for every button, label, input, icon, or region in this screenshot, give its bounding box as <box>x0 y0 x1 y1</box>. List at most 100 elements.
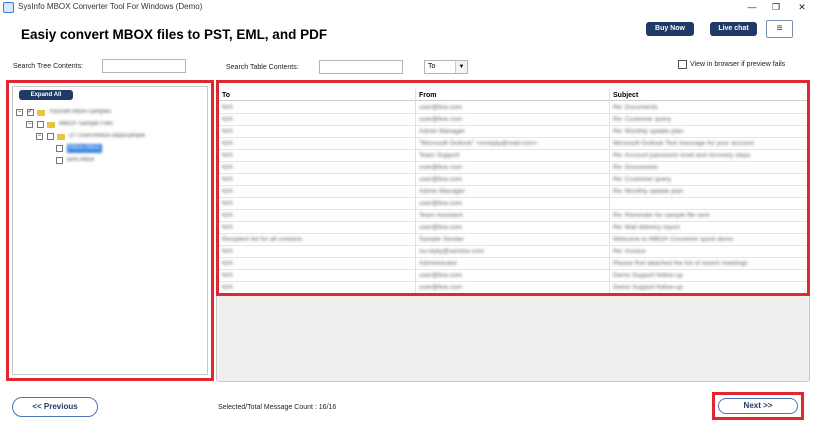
tree-checkbox[interactable] <box>46 133 54 140</box>
cell-subject: Microsoft Outlook Test message for your … <box>613 140 754 147</box>
message-count-status: Selected/Total Message Count : 16/16 <box>218 404 337 411</box>
cell-from: user@live.com <box>419 164 463 171</box>
live-chat-button[interactable]: Live chat <box>710 22 757 36</box>
cell-to: N/A <box>222 212 233 219</box>
expand-all-button[interactable]: Expand All <box>19 90 73 100</box>
tree-node-label: sent.mbox <box>66 157 95 163</box>
table-row[interactable]: N/A no-reply@service.com Re: Invoice <box>219 246 807 258</box>
cell-to: N/A <box>222 140 233 147</box>
search-tree-input[interactable] <box>102 59 186 73</box>
folder-tree-panel: Expand All − ✓ Yourself.mbox-samples − M… <box>6 80 214 381</box>
cell-to: Recipient list for all contacts <box>222 236 303 243</box>
tree-checkbox[interactable] <box>36 121 44 128</box>
tree-checkbox[interactable] <box>56 157 63 164</box>
tree-node[interactable]: sent.mbox <box>56 156 94 165</box>
maximize-button[interactable]: ❐ <box>764 0 788 15</box>
hamburger-menu-icon[interactable]: ≡ <box>766 20 793 38</box>
table-row[interactable]: N/A Team Assistant Re: Reminder for sample… <box>219 210 807 222</box>
tree-node-label: D:\ Users\mbox-data\sample <box>69 133 146 139</box>
table-row[interactable]: N/A user@live.com <box>219 198 807 210</box>
table-row[interactable]: N/A user@live.com Re: Customer query <box>219 114 807 126</box>
cell-subject: Re: Monthly update plan <box>613 128 684 135</box>
cell-from: Sample Sender <box>419 236 464 243</box>
tree-node[interactable]: − MBOX Sample Files <box>26 120 113 129</box>
cell-subject: Re: Customer query <box>613 116 672 123</box>
title-bar: SysInfo MBOX Converter Tool For Windows … <box>0 0 820 15</box>
table-row[interactable]: N/A Administrator Please find attached the… <box>219 258 807 270</box>
cell-to: N/A <box>222 116 233 123</box>
cell-subject: Demo Support follow-up <box>613 272 683 279</box>
cell-from: user@live.com <box>419 176 463 183</box>
tree-node-label: Inbox.mbox <box>66 144 102 153</box>
cell-to: N/A <box>222 272 233 279</box>
cell-to: N/A <box>222 260 233 267</box>
close-button[interactable]: ✕ <box>790 0 814 15</box>
cell-from: user@live.com <box>419 272 463 279</box>
table-row[interactable]: N/A user@live.com Re: Documents <box>219 162 807 174</box>
cell-to: N/A <box>222 200 233 207</box>
cell-from: Admin Manager <box>419 128 465 135</box>
cell-to: N/A <box>222 248 233 255</box>
table-row[interactable]: N/A "Microsoft Outlook" <noreply@mail.com… <box>219 138 807 150</box>
collapse-icon[interactable]: − <box>26 121 33 128</box>
tree-node[interactable]: − D:\ Users\mbox-data\sample <box>36 132 145 141</box>
cell-from: user@live.com <box>419 224 463 231</box>
search-field-select[interactable]: To ▼ <box>424 60 468 74</box>
previous-button[interactable]: << Previous <box>12 397 98 417</box>
minimize-button[interactable]: — <box>740 0 764 15</box>
cell-to: N/A <box>222 128 233 135</box>
tree-checkbox[interactable] <box>56 145 63 152</box>
column-header-from[interactable]: From <box>416 90 609 101</box>
cell-from: user@live.com <box>419 284 463 291</box>
cell-from: user@live.com <box>419 116 463 123</box>
cell-from: user@live.com <box>419 104 463 111</box>
next-button-highlight: Next >> <box>712 392 804 420</box>
table-row[interactable]: N/A user@live.com Re: Customer query <box>219 174 807 186</box>
table-row[interactable]: N/A user@live.com Re: Mail delivery report <box>219 222 807 234</box>
cell-subject: Re: Documents <box>613 104 658 111</box>
search-table-label: Search Table Contents: <box>226 64 299 71</box>
tree-checkbox[interactable]: ✓ <box>26 109 34 116</box>
view-in-browser-label: View in browser if preview fails <box>690 61 786 68</box>
cell-subject: Re: Reminder for sample file sent <box>613 212 710 219</box>
next-button[interactable]: Next >> <box>718 398 798 414</box>
cell-from: Administrator <box>419 260 458 267</box>
table-row[interactable]: N/A Admin Manager Re: Monthly update plan <box>219 126 807 138</box>
column-header-to[interactable]: To <box>219 90 415 101</box>
table-row[interactable]: N/A user@live.com Re: Documents <box>219 102 807 114</box>
tree-node-label: Yourself.mbox-samples <box>49 109 112 115</box>
view-in-browser-checkbox[interactable] <box>678 60 687 69</box>
cell-subject: Re: Mail delivery report <box>613 224 680 231</box>
search-tree-label: Search Tree Contents: <box>13 63 84 70</box>
table-row[interactable]: N/A Admin Manager Re: Monthly update plan <box>219 186 807 198</box>
cell-subject: Re: Invoice <box>613 248 646 255</box>
table-row[interactable]: N/A user@live.com Demo Support follow-up <box>219 270 807 282</box>
window-title: SysInfo MBOX Converter Tool For Windows … <box>18 2 203 11</box>
folder-icon <box>57 133 66 140</box>
table-header: To From Subject <box>219 89 807 101</box>
collapse-icon[interactable]: − <box>36 133 43 140</box>
folder-icon <box>47 121 56 128</box>
cell-from: user@live.com <box>419 200 463 207</box>
chevron-down-icon: ▼ <box>455 61 467 73</box>
buy-now-button[interactable]: Buy Now <box>646 22 694 36</box>
cell-subject: Demo Support follow-up <box>613 284 683 291</box>
cell-from: Team Assistant <box>419 212 463 219</box>
search-table-input[interactable] <box>319 60 403 74</box>
tree-node-selected[interactable]: Inbox.mbox <box>56 144 102 153</box>
tree-node[interactable]: − ✓ Yourself.mbox-samples <box>16 108 111 117</box>
search-field-value: To <box>428 63 436 70</box>
message-table: To From Subject N/A user@live.com Re: Docu… <box>216 80 810 296</box>
table-row[interactable]: N/A user@live.com Demo Support follow-up <box>219 282 807 293</box>
cell-to: N/A <box>222 284 233 291</box>
collapse-icon[interactable]: − <box>16 109 23 116</box>
column-header-subject[interactable]: Subject <box>610 90 807 101</box>
folder-tree: Expand All − ✓ Yourself.mbox-samples − M… <box>12 86 208 375</box>
cell-subject: Welcome to MBOX Converter quick demo <box>613 236 734 243</box>
table-row[interactable]: Recipient list for all contacts Sample Se… <box>219 234 807 246</box>
cell-subject: Re: Documents <box>613 164 658 171</box>
table-row[interactable]: N/A Team Support Re: Account password rese… <box>219 150 807 162</box>
cell-from: no-reply@service.com <box>419 248 484 255</box>
tree-node-label: MBOX Sample Files <box>59 121 114 127</box>
app-icon <box>3 2 14 13</box>
